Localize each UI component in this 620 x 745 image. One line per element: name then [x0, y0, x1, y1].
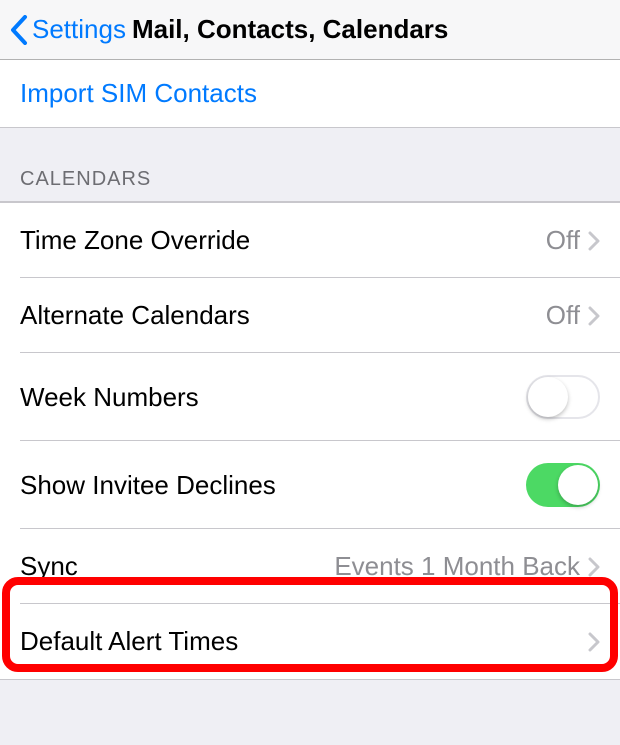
time-zone-override-label: Time Zone Override: [20, 225, 250, 256]
calendars-section-header: CALENDARS: [0, 128, 620, 202]
time-zone-override-cell[interactable]: Time Zone Override Off: [0, 202, 620, 278]
alternate-calendars-label: Alternate Calendars: [20, 300, 250, 331]
default-alert-times-label: Default Alert Times: [20, 626, 238, 657]
show-invitee-declines-toggle[interactable]: [526, 463, 600, 507]
back-label: Settings: [32, 14, 126, 45]
week-numbers-label: Week Numbers: [20, 382, 199, 413]
alternate-calendars-cell[interactable]: Alternate Calendars Off: [0, 278, 620, 353]
chevron-right-icon: [588, 306, 600, 326]
week-numbers-cell[interactable]: Week Numbers: [0, 353, 620, 441]
chevron-left-icon: [10, 15, 28, 45]
calendars-cells: Time Zone Override Off Alternate Calenda…: [0, 202, 620, 680]
week-numbers-toggle[interactable]: [526, 375, 600, 419]
time-zone-override-value: Off: [250, 225, 580, 256]
back-button[interactable]: Settings: [10, 14, 126, 45]
default-alert-times-cell[interactable]: Default Alert Times: [0, 604, 620, 679]
show-invitee-declines-label: Show Invitee Declines: [20, 470, 276, 501]
chevron-right-icon: [588, 632, 600, 652]
sync-cell[interactable]: Sync Events 1 Month Back: [0, 529, 620, 604]
chevron-right-icon: [588, 231, 600, 251]
alternate-calendars-value: Off: [250, 300, 580, 331]
sync-value: Events 1 Month Back: [78, 551, 580, 582]
sync-label: Sync: [20, 551, 78, 582]
import-sim-contacts-row[interactable]: Import SIM Contacts: [0, 60, 620, 128]
chevron-right-icon: [588, 557, 600, 577]
page-title: Mail, Contacts, Calendars: [132, 14, 448, 44]
toggle-knob: [528, 377, 568, 417]
import-sim-contacts-label: Import SIM Contacts: [20, 78, 257, 108]
show-invitee-declines-cell[interactable]: Show Invitee Declines: [0, 441, 620, 529]
navigation-bar: Settings Mail, Contacts, Calendars: [0, 0, 620, 60]
toggle-knob: [558, 465, 598, 505]
